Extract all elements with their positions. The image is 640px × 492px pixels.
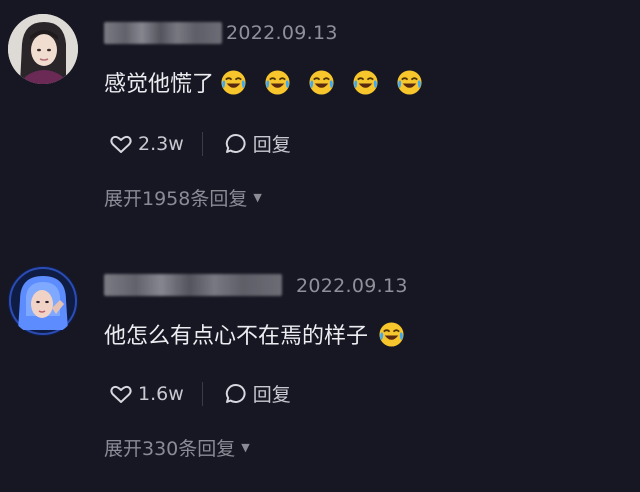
heart-icon	[110, 385, 132, 403]
like-count: 2.3w	[138, 132, 184, 155]
comment-date: 2022.09.13	[296, 275, 408, 297]
rolling-laughing-emoji	[265, 69, 290, 95]
comment-item: 2022.09.13 他怎么有点心不在焉的样子 1.6w 回复 展开330条回复…	[0, 246, 640, 492]
comment-actions: 2.3w 回复	[108, 130, 291, 157]
rolling-laughing-emoji	[353, 69, 378, 95]
rolling-laughing-emoji	[379, 321, 404, 347]
comment-text: 他怎么有点心不在焉的样子	[104, 318, 405, 350]
rolling-laughing-emoji	[397, 69, 422, 95]
avatar[interactable]	[8, 266, 78, 336]
reply-button[interactable]: 回复	[223, 130, 291, 157]
comment-actions: 1.6w 回复	[108, 380, 291, 407]
expand-replies-label: 展开330条回复	[104, 438, 236, 460]
like-button[interactable]: 1.6w	[108, 381, 184, 407]
comment-text-content: 感觉他慌了	[104, 72, 215, 97]
comment-bubble-icon	[225, 133, 246, 153]
comment-date: 2022.09.13	[226, 22, 338, 44]
expand-replies-label: 展开1958条回复	[104, 188, 248, 210]
like-button[interactable]: 2.3w	[108, 131, 184, 157]
divider	[201, 131, 203, 156]
reply-button[interactable]: 回复	[223, 380, 291, 407]
username-blurred[interactable]	[104, 22, 222, 44]
heart-icon	[110, 135, 132, 153]
expand-replies-button[interactable]: 展开330条回复 ▼	[104, 434, 250, 461]
comment-item: 2022.09.13 感觉他慌了 2.3w 回复 展开1958条回复 ▼	[0, 0, 640, 246]
emoji-row	[214, 69, 423, 96]
caret-down-icon: ▼	[253, 191, 262, 204]
comment-text-content: 他怎么有点心不在焉的样子	[104, 324, 369, 349]
comment-bubble-icon	[225, 383, 246, 403]
expand-replies-button[interactable]: 展开1958条回复 ▼	[104, 184, 262, 211]
like-count: 1.6w	[138, 382, 184, 405]
reply-label: 回复	[252, 384, 291, 406]
caret-down-icon: ▼	[241, 441, 250, 454]
rolling-laughing-emoji	[309, 69, 334, 95]
username-blurred[interactable]	[104, 274, 282, 296]
reply-label: 回复	[252, 134, 291, 156]
comment-text: 感觉他慌了	[104, 66, 423, 98]
avatar[interactable]	[8, 14, 78, 84]
divider	[201, 381, 203, 406]
rolling-laughing-emoji	[221, 69, 246, 95]
